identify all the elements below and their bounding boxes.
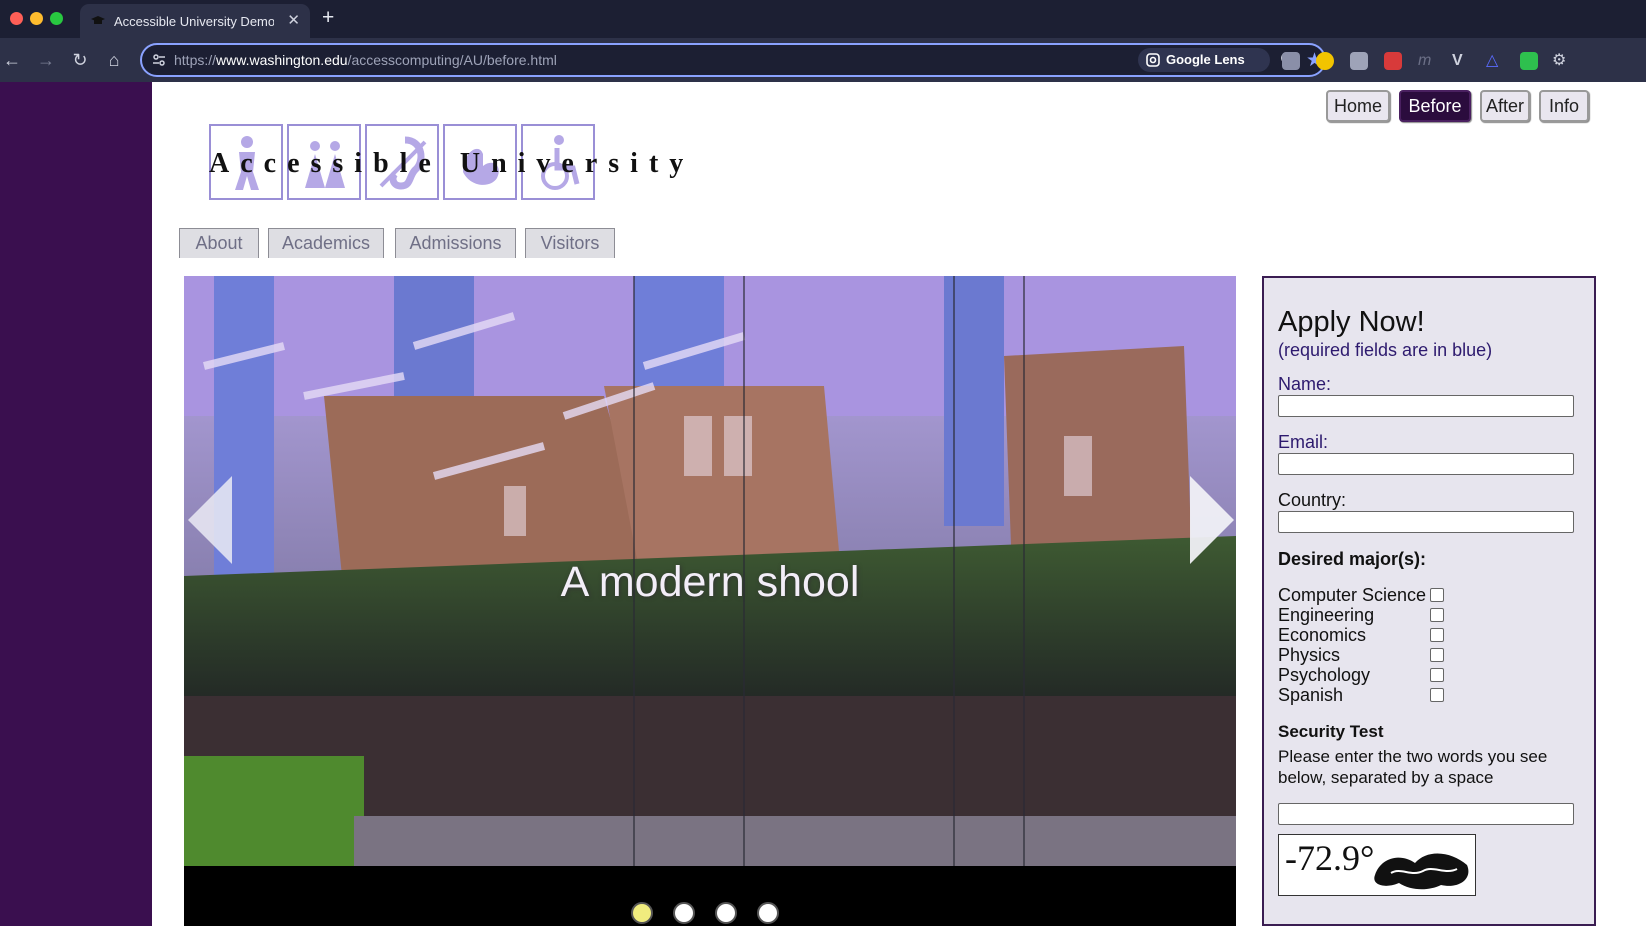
page-viewport: Home Before After Info Accessible Univer… <box>0 82 1646 926</box>
graduation-cap-icon <box>91 16 105 24</box>
major-spanish-label: Spanish <box>1278 685 1344 705</box>
site-logo[interactable]: Accessible University <box>209 124 683 202</box>
major-physics-checkbox[interactable] <box>1430 648 1444 662</box>
major-computer-science-checkbox[interactable] <box>1430 588 1444 602</box>
email-label: Email: <box>1278 432 1329 452</box>
carousel-pager <box>184 866 1236 926</box>
major-engineering-checkbox[interactable] <box>1430 608 1444 622</box>
minimize-window-button[interactable] <box>30 12 43 25</box>
url-text[interactable]: https://www.washington.edu/accesscomputi… <box>174 52 557 68</box>
url-path: /accesscomputing/AU/before.html <box>347 52 557 68</box>
carousel-dot-2[interactable] <box>673 902 695 924</box>
major-computer-science-label: Computer Science <box>1278 585 1427 605</box>
extension-chrome-icon[interactable] <box>1316 52 1334 70</box>
extension-chat-icon[interactable] <box>1282 52 1300 70</box>
top-nav-after[interactable]: After <box>1480 90 1530 122</box>
carousel-next-arrow-icon[interactable] <box>1190 476 1234 564</box>
url-scheme: https:// <box>174 52 217 68</box>
extension-triangle-icon[interactable]: △ <box>1486 52 1504 70</box>
page-content: Home Before After Info Accessible Univer… <box>152 82 1646 926</box>
main-nav-about[interactable]: About <box>179 228 259 258</box>
tab-close-icon[interactable]: ✕ <box>287 11 300 29</box>
extension-gear-icon[interactable]: ⚙ <box>1552 52 1570 70</box>
country-label: Country: <box>1278 490 1347 510</box>
carousel-dot-1[interactable] <box>631 902 653 924</box>
home-icon[interactable]: ⌂ <box>103 49 125 71</box>
captcha-distorted-word <box>1374 853 1469 890</box>
top-nav-before[interactable]: Before <box>1399 90 1471 122</box>
security-test-label: Security Test <box>1278 722 1384 741</box>
major-psychology-label: Psychology <box>1278 665 1371 685</box>
majors-label: Desired major(s): <box>1278 549 1427 569</box>
major-physics-label: Physics <box>1278 645 1341 665</box>
back-arrow-icon[interactable]: ← <box>1 49 23 71</box>
apply-form: Apply Now! (required fields are in blue)… <box>1262 276 1596 926</box>
captcha-image: -72.9° <box>1278 834 1476 896</box>
extension-shield-icon[interactable] <box>1350 52 1368 70</box>
reload-icon[interactable]: ↻ <box>69 49 91 71</box>
name-label: Name: <box>1278 374 1332 394</box>
top-nav-home[interactable]: Home <box>1326 90 1390 122</box>
zoom-window-button[interactable] <box>50 12 63 25</box>
carousel-dot-4[interactable] <box>757 902 779 924</box>
google-lens-icon <box>1146 53 1160 67</box>
major-spanish-checkbox[interactable] <box>1430 688 1444 702</box>
carousel-dot-3[interactable] <box>715 902 737 924</box>
main-nav-visitors[interactable]: Visitors <box>525 228 615 258</box>
new-tab-button[interactable]: + <box>322 6 334 30</box>
extension-v-icon[interactable]: V <box>1452 52 1470 70</box>
address-bar[interactable]: https://www.washington.edu/accesscomputi… <box>140 43 1326 77</box>
apply-title: Apply Now! <box>1278 306 1425 338</box>
main-nav-admissions[interactable]: Admissions <box>395 228 516 258</box>
email-input[interactable] <box>1278 453 1574 475</box>
captcha-number-text: -72.9° <box>1285 838 1375 878</box>
carousel-prev-arrow-icon[interactable] <box>188 476 232 564</box>
close-window-button[interactable] <box>10 12 23 25</box>
site-settings-icon[interactable] <box>152 53 166 67</box>
url-host: www.washington.edu <box>216 52 348 68</box>
required-fields-note: (required fields are in blue) <box>1278 340 1493 360</box>
captcha-input[interactable] <box>1278 803 1574 825</box>
extension-green-icon[interactable] <box>1520 52 1538 70</box>
extension-calendar-icon[interactable] <box>1384 52 1402 70</box>
security-test-instructions: Please enter the two words you see below… <box>1278 747 1548 787</box>
top-nav-info[interactable]: Info <box>1539 90 1589 122</box>
carousel-caption: A modern shool <box>560 558 860 606</box>
forward-arrow-icon[interactable]: → <box>35 49 57 71</box>
major-psychology-checkbox[interactable] <box>1430 668 1444 682</box>
google-lens-label: Google Lens <box>1166 52 1245 67</box>
browser-tab-active[interactable]: Accessible University Demo S ✕ <box>80 4 310 38</box>
browser-toolbar: ← → ↻ ⌂ https://www.washington.edu/acces… <box>0 38 1646 82</box>
major-engineering-label: Engineering <box>1278 605 1375 625</box>
main-nav-academics[interactable]: Academics <box>268 228 384 258</box>
name-input[interactable] <box>1278 395 1574 417</box>
major-economics-label: Economics <box>1278 625 1367 645</box>
logo-text: Accessible University <box>209 148 695 179</box>
browser-tab-bar: Accessible University Demo S ✕ + <box>0 0 1646 38</box>
country-input[interactable] <box>1278 511 1574 533</box>
tab-title: Accessible University Demo S <box>114 14 274 29</box>
major-economics-checkbox[interactable] <box>1430 628 1444 642</box>
image-carousel: A modern shool <box>184 276 1236 926</box>
extension-m-icon[interactable]: m <box>1418 52 1436 70</box>
google-lens-button[interactable]: Google Lens <box>1138 48 1270 72</box>
